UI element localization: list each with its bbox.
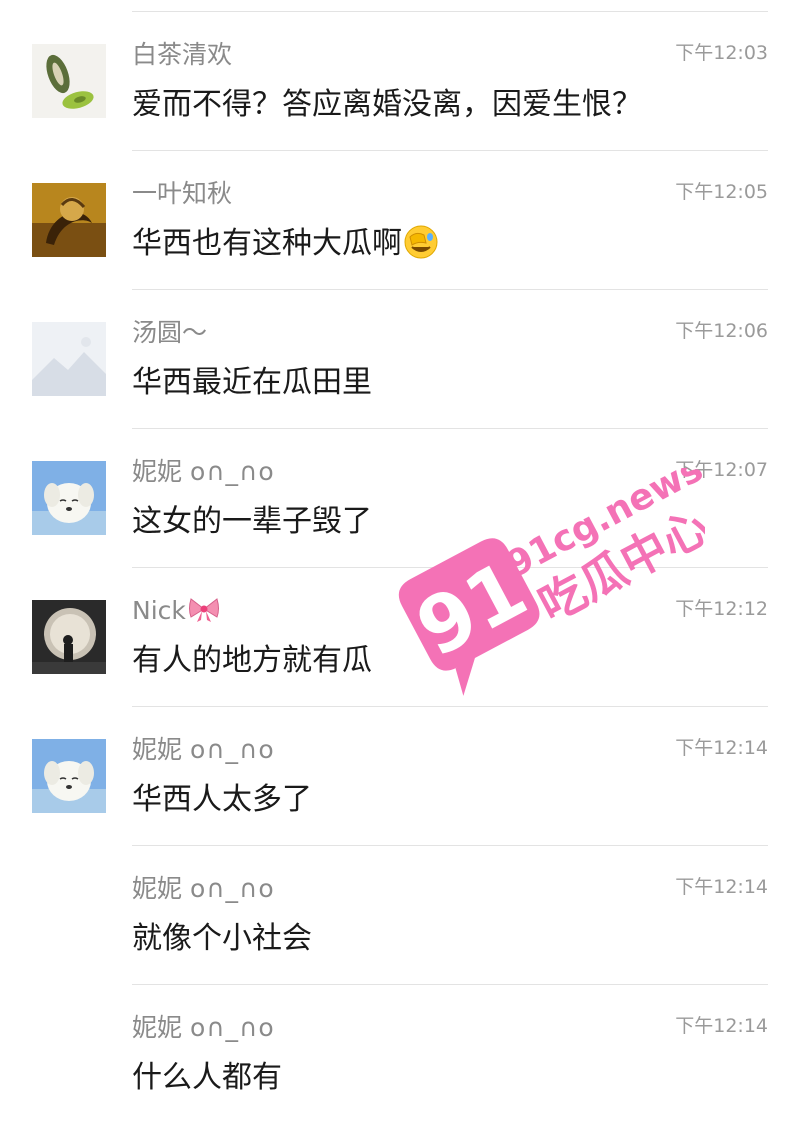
list-item[interactable]: 妮妮 o∩_∩o 下午12:07 这女的一辈子毁了 <box>32 429 768 568</box>
message-text: 华西也有这种大瓜啊 <box>132 223 438 271</box>
message-text: 华西人太多了 <box>132 782 312 817</box>
avatar[interactable] <box>32 461 106 535</box>
sender-name: 汤圆～ <box>132 318 208 347</box>
ribbon-bow-icon <box>188 595 220 632</box>
timestamp: 下午12:14 <box>675 737 768 759</box>
list-item[interactable]: Nick 下午12:12 有人的地方就有瓜 <box>32 568 768 707</box>
avatar[interactable] <box>32 322 106 396</box>
facepalm-emoji-icon <box>404 225 438 271</box>
timestamp: 下午12:07 <box>675 459 768 481</box>
avatar[interactable] <box>32 739 106 813</box>
list-item[interactable]: 妮妮 o∩_∩o 下午12:14 华西人太多了 <box>32 707 768 846</box>
message-text: 有人的地方就有瓜 <box>132 643 372 678</box>
sender-name: 一叶知秋 <box>132 179 233 208</box>
message-text: 这女的一辈子毁了 <box>132 504 372 539</box>
avatar[interactable] <box>32 183 106 257</box>
timestamp: 下午12:06 <box>675 320 768 342</box>
timestamp: 下午12:12 <box>675 598 768 620</box>
leaf-avatar <box>32 44 106 118</box>
timestamp: 下午12:14 <box>675 876 768 898</box>
autumn-avatar <box>32 183 106 257</box>
message-text: 就像个小社会 <box>132 921 312 956</box>
timestamp: 下午12:03 <box>675 42 768 64</box>
sender-name: 白茶清欢 <box>132 40 233 69</box>
timestamp: 下午12:14 <box>675 1015 768 1037</box>
message-text: 华西最近在瓜田里 <box>132 365 372 400</box>
sender-name: 妮妮 o∩_∩o <box>132 1013 275 1042</box>
landscape-placeholder-avatar <box>32 322 106 396</box>
avatar[interactable] <box>32 44 106 118</box>
list-item[interactable]: 汤圆～ 下午12:06 华西最近在瓜田里 <box>32 290 768 429</box>
message-list: 白茶清欢 下午12:03 爱而不得？答应离婚没离，因爱生恨？ 一叶知秋 下午12… <box>0 12 800 1124</box>
list-item[interactable]: 妮妮 o∩_∩o 下午12:14 什么人都有 <box>132 985 768 1124</box>
sender-name: 妮妮 o∩_∩o <box>132 735 275 764</box>
message-text: 爱而不得？答应离婚没离，因爱生恨？ <box>132 87 642 122</box>
avatar[interactable] <box>32 600 106 674</box>
list-item[interactable]: 一叶知秋 下午12:05 华西也有这种大瓜啊 <box>32 151 768 290</box>
sender-name: 妮妮 o∩_∩o <box>132 457 275 486</box>
sender-name: 妮妮 o∩_∩o <box>132 874 275 903</box>
dog-avatar <box>32 739 106 813</box>
message-text: 什么人都有 <box>132 1060 282 1095</box>
person-avatar <box>32 600 106 674</box>
sender-name: Nick <box>132 594 220 632</box>
dog-avatar <box>32 461 106 535</box>
list-item[interactable]: 白茶清欢 下午12:03 爱而不得？答应离婚没离，因爱生恨？ <box>32 12 768 151</box>
list-item[interactable]: 妮妮 o∩_∩o 下午12:14 就像个小社会 <box>132 846 768 985</box>
timestamp: 下午12:05 <box>675 181 768 203</box>
